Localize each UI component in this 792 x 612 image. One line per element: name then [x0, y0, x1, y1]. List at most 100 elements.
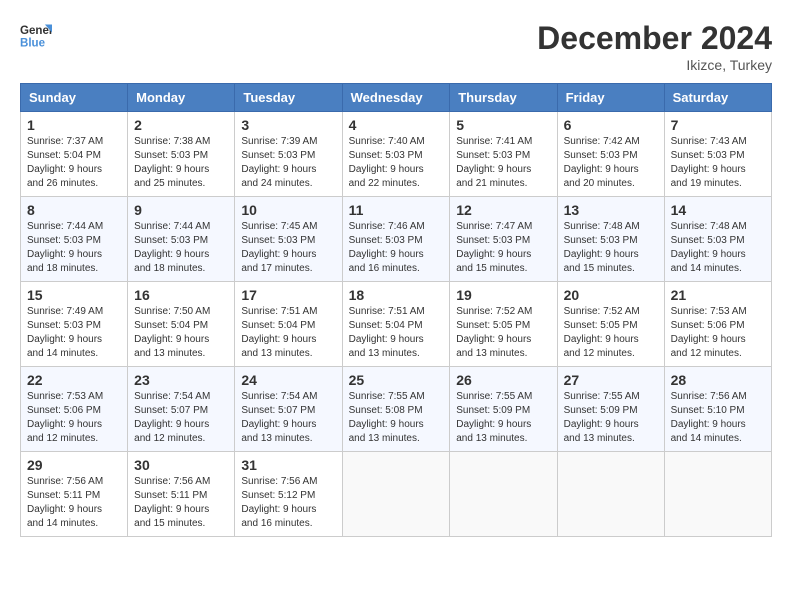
weekday-wednesday: Wednesday: [342, 84, 450, 112]
cell-info: Sunrise: 7:48 AMSunset: 5:03 PMDaylight:…: [564, 220, 658, 276]
day-number: 1: [27, 117, 121, 133]
day-number: 8: [27, 202, 121, 218]
cell-info: Sunrise: 7:53 AMSunset: 5:06 PMDaylight:…: [671, 305, 765, 361]
calendar-cell: 13 Sunrise: 7:48 AMSunset: 5:03 PMDayligh…: [557, 197, 664, 282]
calendar-cell: 8 Sunrise: 7:44 AMSunset: 5:03 PMDaylight…: [21, 197, 128, 282]
day-number: 14: [671, 202, 765, 218]
calendar-week-1: 1 Sunrise: 7:37 AMSunset: 5:04 PMDaylight…: [21, 112, 772, 197]
logo: General Blue: [20, 20, 52, 52]
calendar-cell: 22 Sunrise: 7:53 AMSunset: 5:06 PMDayligh…: [21, 367, 128, 452]
day-number: 3: [241, 117, 335, 133]
calendar-week-3: 15 Sunrise: 7:49 AMSunset: 5:03 PMDayligh…: [21, 282, 772, 367]
day-number: 17: [241, 287, 335, 303]
calendar-cell: 15 Sunrise: 7:49 AMSunset: 5:03 PMDayligh…: [21, 282, 128, 367]
day-number: 31: [241, 457, 335, 473]
calendar-cell: 9Sunrise: 7:44 AMSunset: 5:03 PMDaylight…: [128, 197, 235, 282]
cell-info: Sunrise: 7:45 AMSunset: 5:03 PMDaylight:…: [241, 220, 335, 276]
month-title: December 2024: [537, 20, 772, 57]
weekday-header-row: SundayMondayTuesdayWednesdayThursdayFrid…: [21, 84, 772, 112]
day-number: 18: [349, 287, 444, 303]
cell-info: Sunrise: 7:39 AMSunset: 5:03 PMDaylight:…: [241, 135, 335, 191]
calendar-cell: 27Sunrise: 7:55 AMSunset: 5:09 PMDayligh…: [557, 367, 664, 452]
day-number: 21: [671, 287, 765, 303]
logo-icon: General Blue: [20, 20, 52, 52]
day-number: 12: [456, 202, 550, 218]
day-number: 20: [564, 287, 658, 303]
cell-info: Sunrise: 7:49 AMSunset: 5:03 PMDaylight:…: [27, 305, 121, 361]
day-number: 16: [134, 287, 228, 303]
day-number: 15: [27, 287, 121, 303]
calendar-week-4: 22 Sunrise: 7:53 AMSunset: 5:06 PMDayligh…: [21, 367, 772, 452]
weekday-thursday: Thursday: [450, 84, 557, 112]
calendar-cell: 23Sunrise: 7:54 AMSunset: 5:07 PMDayligh…: [128, 367, 235, 452]
cell-info: Sunrise: 7:56 AMSunset: 5:10 PMDaylight:…: [671, 390, 765, 446]
weekday-friday: Friday: [557, 84, 664, 112]
cell-info: Sunrise: 7:38 AMSunset: 5:03 PMDaylight:…: [134, 135, 228, 191]
day-number: 10: [241, 202, 335, 218]
weekday-sunday: Sunday: [21, 84, 128, 112]
day-number: 29: [27, 457, 121, 473]
cell-info: Sunrise: 7:52 AMSunset: 5:05 PMDaylight:…: [564, 305, 658, 361]
calendar-cell: 10 Sunrise: 7:45 AMSunset: 5:03 PMDayligh…: [235, 197, 342, 282]
calendar-cell: 5Sunrise: 7:41 AMSunset: 5:03 PMDaylight…: [450, 112, 557, 197]
cell-info: Sunrise: 7:44 AMSunset: 5:03 PMDaylight:…: [134, 220, 228, 276]
cell-info: Sunrise: 7:53 AMSunset: 5:06 PMDaylight:…: [27, 390, 121, 446]
day-number: 7: [671, 117, 765, 133]
day-number: 22: [27, 372, 121, 388]
calendar-cell: 7Sunrise: 7:43 AMSunset: 5:03 PMDaylight…: [664, 112, 771, 197]
day-number: 24: [241, 372, 335, 388]
weekday-tuesday: Tuesday: [235, 84, 342, 112]
calendar-cell: 12 Sunrise: 7:47 AMSunset: 5:03 PMDayligh…: [450, 197, 557, 282]
cell-info: Sunrise: 7:54 AMSunset: 5:07 PMDaylight:…: [241, 390, 335, 446]
calendar-cell: 19Sunrise: 7:52 AMSunset: 5:05 PMDayligh…: [450, 282, 557, 367]
cell-info: Sunrise: 7:56 AMSunset: 5:11 PMDaylight:…: [27, 475, 121, 531]
cell-info: Sunrise: 7:42 AMSunset: 5:03 PMDaylight:…: [564, 135, 658, 191]
day-number: 23: [134, 372, 228, 388]
calendar-cell: [342, 452, 450, 537]
calendar-cell: [450, 452, 557, 537]
day-number: 25: [349, 372, 444, 388]
weekday-monday: Monday: [128, 84, 235, 112]
svg-text:Blue: Blue: [20, 38, 46, 50]
cell-info: Sunrise: 7:37 AMSunset: 5:04 PMDaylight:…: [27, 135, 121, 191]
cell-info: Sunrise: 7:44 AMSunset: 5:03 PMDaylight:…: [27, 220, 121, 276]
calendar-cell: 6 Sunrise: 7:42 AMSunset: 5:03 PMDaylight…: [557, 112, 664, 197]
cell-info: Sunrise: 7:55 AMSunset: 5:08 PMDaylight:…: [349, 390, 444, 446]
calendar-cell: 17 Sunrise: 7:51 AMSunset: 5:04 PMDayligh…: [235, 282, 342, 367]
calendar-cell: 18Sunrise: 7:51 AMSunset: 5:04 PMDayligh…: [342, 282, 450, 367]
calendar-cell: 16 Sunrise: 7:50 AMSunset: 5:04 PMDayligh…: [128, 282, 235, 367]
cell-info: Sunrise: 7:40 AMSunset: 5:03 PMDaylight:…: [349, 135, 444, 191]
calendar-cell: 1 Sunrise: 7:37 AMSunset: 5:04 PMDaylight…: [21, 112, 128, 197]
page-header: General Blue December 2024 Ikizce, Turke…: [20, 20, 772, 73]
calendar-table: SundayMondayTuesdayWednesdayThursdayFrid…: [20, 83, 772, 537]
calendar-body: 1 Sunrise: 7:37 AMSunset: 5:04 PMDaylight…: [21, 112, 772, 537]
calendar-cell: 14 Sunrise: 7:48 AMSunset: 5:03 PMDayligh…: [664, 197, 771, 282]
day-number: 26: [456, 372, 550, 388]
location: Ikizce, Turkey: [537, 57, 772, 73]
cell-info: Sunrise: 7:47 AMSunset: 5:03 PMDaylight:…: [456, 220, 550, 276]
title-block: December 2024 Ikizce, Turkey: [537, 20, 772, 73]
cell-info: Sunrise: 7:56 AMSunset: 5:12 PMDaylight:…: [241, 475, 335, 531]
cell-info: Sunrise: 7:55 AMSunset: 5:09 PMDaylight:…: [456, 390, 550, 446]
calendar-cell: 30Sunrise: 7:56 AMSunset: 5:11 PMDayligh…: [128, 452, 235, 537]
calendar-cell: 20 Sunrise: 7:52 AMSunset: 5:05 PMDayligh…: [557, 282, 664, 367]
day-number: 13: [564, 202, 658, 218]
calendar-cell: [557, 452, 664, 537]
cell-info: Sunrise: 7:48 AMSunset: 5:03 PMDaylight:…: [671, 220, 765, 276]
calendar-cell: 4 Sunrise: 7:40 AMSunset: 5:03 PMDaylight…: [342, 112, 450, 197]
calendar-cell: 25 Sunrise: 7:55 AMSunset: 5:08 PMDayligh…: [342, 367, 450, 452]
day-number: 4: [349, 117, 444, 133]
cell-info: Sunrise: 7:50 AMSunset: 5:04 PMDaylight:…: [134, 305, 228, 361]
calendar-week-2: 8 Sunrise: 7:44 AMSunset: 5:03 PMDaylight…: [21, 197, 772, 282]
weekday-saturday: Saturday: [664, 84, 771, 112]
calendar-cell: 28Sunrise: 7:56 AMSunset: 5:10 PMDayligh…: [664, 367, 771, 452]
calendar-week-5: 29 Sunrise: 7:56 AMSunset: 5:11 PMDayligh…: [21, 452, 772, 537]
calendar-cell: 21 Sunrise: 7:53 AMSunset: 5:06 PMDayligh…: [664, 282, 771, 367]
cell-info: Sunrise: 7:56 AMSunset: 5:11 PMDaylight:…: [134, 475, 228, 531]
calendar-cell: 31 Sunrise: 7:56 AMSunset: 5:12 PMDayligh…: [235, 452, 342, 537]
calendar-cell: 24 Sunrise: 7:54 AMSunset: 5:07 PMDayligh…: [235, 367, 342, 452]
day-number: 6: [564, 117, 658, 133]
cell-info: Sunrise: 7:51 AMSunset: 5:04 PMDaylight:…: [241, 305, 335, 361]
calendar-cell: 11Sunrise: 7:46 AMSunset: 5:03 PMDayligh…: [342, 197, 450, 282]
day-number: 19: [456, 287, 550, 303]
